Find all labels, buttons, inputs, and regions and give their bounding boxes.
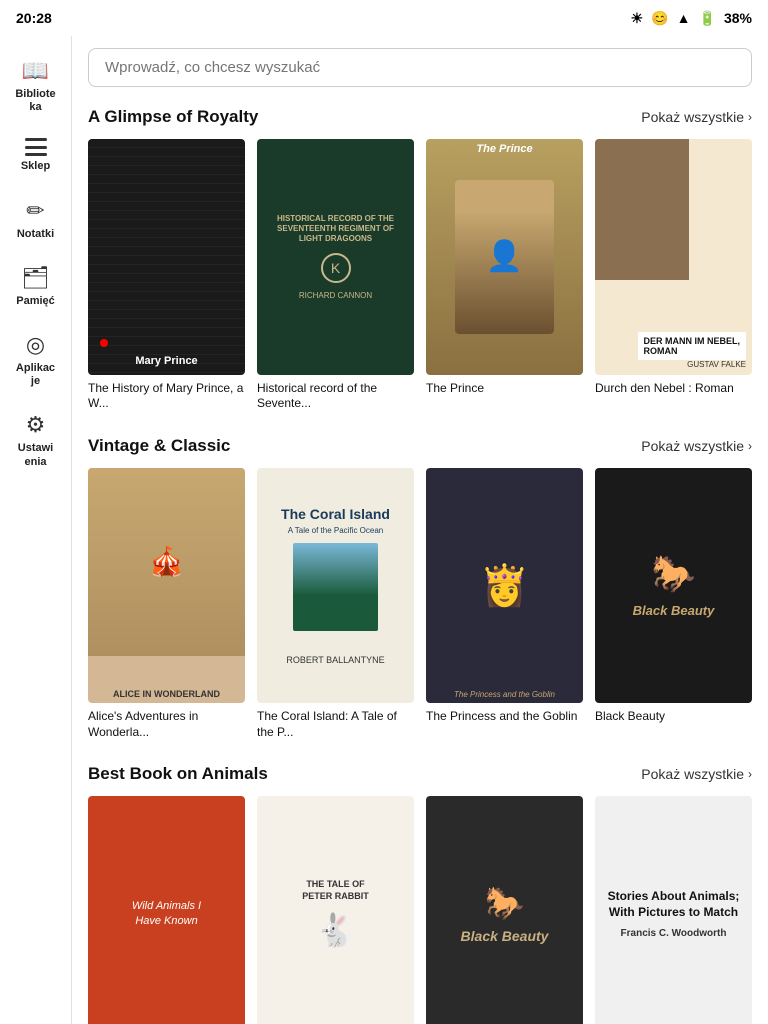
sidebar-label-notes: Notatki: [17, 228, 54, 241]
cover-art-stories-animals: Stories About Animals; With Pictures to …: [595, 796, 752, 1024]
status-time: 20:28: [16, 10, 52, 26]
sidebar-item-apps[interactable]: ◎ Aplikacje: [0, 320, 71, 400]
cover-art-prince: The Prince 👤: [426, 139, 583, 375]
profile-icon: 😊: [651, 10, 668, 27]
book-cover-princess: 👸 The Princess and the Goblin: [426, 468, 583, 704]
sidebar-item-storage[interactable]: 🗂 Pamięć: [0, 253, 71, 320]
book-cover-coral: The Coral Island A Tale of the Pacific O…: [257, 468, 414, 704]
chevron-right-icon-3: ›: [748, 767, 752, 781]
sidebar-item-settings[interactable]: ⚙ Ustawienia: [0, 400, 71, 480]
battery-level: 38%: [724, 10, 752, 26]
book-grid-royalty: Mary Prince The History of Mary Prince, …: [88, 139, 752, 412]
status-right: ☀ 😊 ▲ 🔋 38%: [631, 10, 752, 27]
book-grid-animals: Wild Animals IHave Known Wild Animals I …: [88, 796, 752, 1024]
book-cover-historical: HISTORICAL RECORD OF THESEVENTEENTH REGI…: [257, 139, 414, 375]
cover-art-black-beauty-2: 🐎 Black Beauty: [426, 796, 583, 1024]
book-title-historical: Historical record of the Sevente...: [257, 381, 414, 412]
book-title-alice: Alice's Adventures in Wonderla...: [88, 709, 245, 740]
notes-icon: ✏: [26, 198, 44, 224]
book-cover-wild-animals: Wild Animals IHave Known: [88, 796, 245, 1024]
section-animals: Best Book on Animals Pokaż wszystkie › W…: [88, 764, 752, 1024]
show-all-vintage[interactable]: Pokaż wszystkie ›: [641, 438, 752, 454]
battery-icon: 🔋: [699, 10, 716, 27]
book-cover-durch: DER MANN IM NEBEL,ROMAN GUSTAV FALKE: [595, 139, 752, 375]
book-durch[interactable]: DER MANN IM NEBEL,ROMAN GUSTAV FALKE Dur…: [595, 139, 752, 412]
wifi-icon: ▲: [677, 10, 691, 26]
book-cover-alice: 🎪 ALICE IN WONDERLAND: [88, 468, 245, 704]
book-cover-peter-rabbit: THE TALE OFPETER RABBIT 🐇: [257, 796, 414, 1024]
settings-icon: ⚙: [26, 412, 46, 438]
book-black-beauty-2[interactable]: 🐎 Black Beauty Black Beauty: [426, 796, 583, 1024]
sidebar: 📖 Biblioteka Sklep ✏ Notatki 🗂 Pamięć ◎ …: [0, 36, 72, 1024]
book-grid-vintage: 🎪 ALICE IN WONDERLAND Alice's Adventures…: [88, 468, 752, 741]
library-icon: 📖: [22, 58, 49, 84]
storage-icon: 🗂: [22, 265, 50, 291]
cover-art-alice: 🎪 ALICE IN WONDERLAND: [88, 468, 245, 704]
book-mary-prince[interactable]: Mary Prince The History of Mary Prince, …: [88, 139, 245, 412]
section-title-vintage: Vintage & Classic: [88, 436, 230, 456]
chevron-right-icon: ›: [748, 110, 752, 124]
section-title-animals: Best Book on Animals: [88, 764, 268, 784]
sidebar-label-shop: Sklep: [21, 160, 50, 173]
book-alice[interactable]: 🎪 ALICE IN WONDERLAND Alice's Adventures…: [88, 468, 245, 741]
book-title-princess: The Princess and the Goblin: [426, 709, 583, 725]
book-cover-prince: The Prince 👤: [426, 139, 583, 375]
book-title-coral: The Coral Island: A Tale of the P...: [257, 709, 414, 740]
book-peter-rabbit[interactable]: THE TALE OFPETER RABBIT 🐇 THE TALE OF PE…: [257, 796, 414, 1024]
book-title-durch: Durch den Nebel : Roman: [595, 381, 752, 397]
book-title-black-beauty-1: Black Beauty: [595, 709, 752, 725]
cover-art-coral: The Coral Island A Tale of the Pacific O…: [257, 468, 414, 704]
book-title-mary-prince: The History of Mary Prince, a W...: [88, 381, 245, 412]
show-all-royalty[interactable]: Pokaż wszystkie ›: [641, 109, 752, 125]
book-cover-mary-prince: Mary Prince: [88, 139, 245, 375]
shop-icon: [25, 138, 47, 156]
search-input[interactable]: [88, 48, 752, 87]
book-prince[interactable]: The Prince 👤 The Prince: [426, 139, 583, 412]
show-all-animals[interactable]: Pokaż wszystkie ›: [641, 766, 752, 782]
section-header-animals: Best Book on Animals Pokaż wszystkie ›: [88, 764, 752, 784]
book-cover-black-beauty-2: 🐎 Black Beauty: [426, 796, 583, 1024]
section-title-royalty: A Glimpse of Royalty: [88, 107, 258, 127]
cover-art-black-beauty-1: 🐎 Black Beauty: [595, 468, 752, 704]
cover-art-historical: HISTORICAL RECORD OF THESEVENTEENTH REGI…: [257, 139, 414, 375]
book-black-beauty-1[interactable]: 🐎 Black Beauty Black Beauty: [595, 468, 752, 741]
sidebar-item-shop[interactable]: Sklep: [0, 126, 71, 185]
sidebar-item-library[interactable]: 📖 Biblioteka: [0, 46, 71, 126]
book-wild-animals[interactable]: Wild Animals IHave Known Wild Animals I …: [88, 796, 245, 1024]
cover-art-mary-prince: Mary Prince: [88, 139, 245, 375]
cover-art-durch: DER MANN IM NEBEL,ROMAN GUSTAV FALKE: [595, 139, 752, 375]
sidebar-item-notes[interactable]: ✏ Notatki: [0, 186, 71, 253]
section-header-vintage: Vintage & Classic Pokaż wszystkie ›: [88, 436, 752, 456]
section-vintage: Vintage & Classic Pokaż wszystkie › 🎪 AL…: [88, 436, 752, 741]
book-cover-black-beauty-1: 🐎 Black Beauty: [595, 468, 752, 704]
app-container: 📖 Biblioteka Sklep ✏ Notatki 🗂 Pamięć ◎ …: [0, 36, 768, 1024]
sidebar-label-library: Biblioteka: [15, 88, 55, 114]
sidebar-label-settings: Ustawienia: [18, 442, 53, 468]
section-royalty: A Glimpse of Royalty Pokaż wszystkie › M…: [88, 107, 752, 412]
sidebar-label-apps: Aplikacje: [16, 362, 55, 388]
book-coral[interactable]: The Coral Island A Tale of the Pacific O…: [257, 468, 414, 741]
status-bar: 20:28 ☀ 😊 ▲ 🔋 38%: [0, 0, 768, 36]
cover-art-wild-animals: Wild Animals IHave Known: [88, 796, 245, 1024]
section-header-royalty: A Glimpse of Royalty Pokaż wszystkie ›: [88, 107, 752, 127]
book-princess[interactable]: 👸 The Princess and the Goblin The Prince…: [426, 468, 583, 741]
book-cover-stories-animals: Stories About Animals; With Pictures to …: [595, 796, 752, 1024]
cover-art-peter-rabbit: THE TALE OFPETER RABBIT 🐇: [257, 796, 414, 1024]
apps-icon: ◎: [26, 332, 45, 358]
brightness-icon: ☀: [631, 10, 644, 27]
cover-art-princess: 👸 The Princess and the Goblin: [426, 468, 583, 704]
book-historical[interactable]: HISTORICAL RECORD OF THESEVENTEENTH REGI…: [257, 139, 414, 412]
book-stories-animals[interactable]: Stories About Animals; With Pictures to …: [595, 796, 752, 1024]
main-content: A Glimpse of Royalty Pokaż wszystkie › M…: [72, 36, 768, 1024]
book-title-prince: The Prince: [426, 381, 583, 397]
sidebar-label-storage: Pamięć: [16, 295, 55, 308]
chevron-right-icon-2: ›: [748, 439, 752, 453]
